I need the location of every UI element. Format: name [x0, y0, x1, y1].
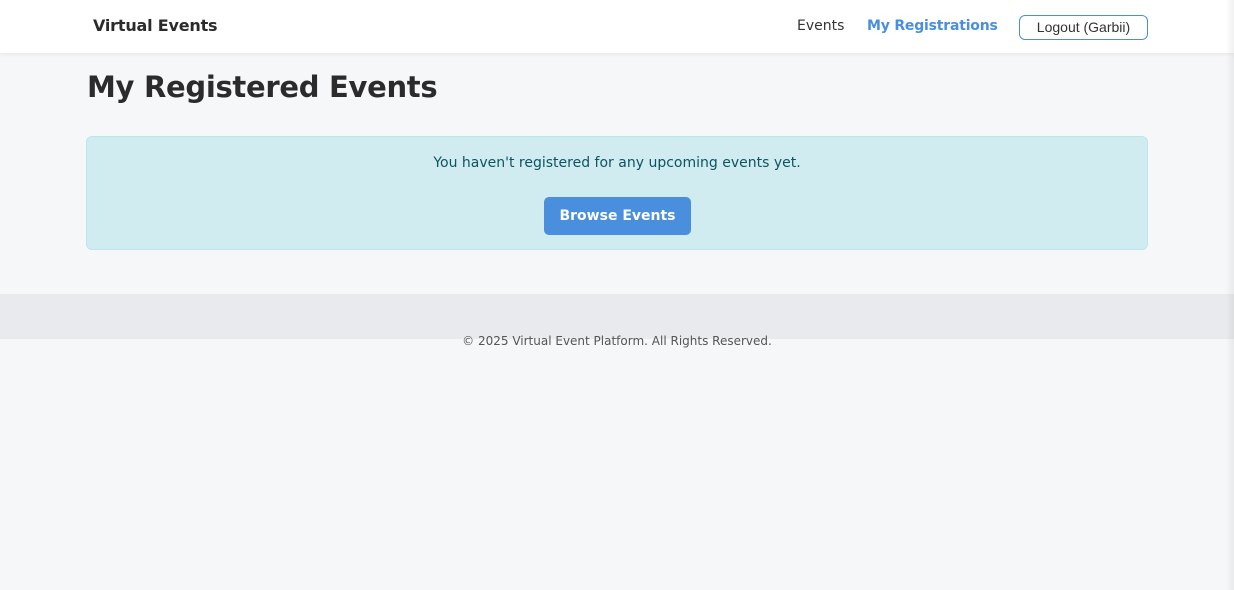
scroll-edge-shadow — [1226, 0, 1234, 590]
footer-copyright: © 2025 Virtual Event Platform. All Right… — [462, 334, 772, 348]
nav-link-my-registrations[interactable]: My Registrations — [867, 18, 998, 34]
alert-message: You haven't registered for any upcoming … — [433, 155, 801, 171]
logout-button[interactable]: Logout (Garbii) — [1019, 15, 1148, 40]
info-alert: You haven't registered for any upcoming … — [86, 136, 1148, 250]
footer — [0, 294, 1234, 339]
nav-link-events[interactable]: Events — [797, 18, 844, 34]
navbar: Virtual Events Events My Registrations L… — [0, 0, 1234, 53]
brand-link[interactable]: Virtual Events — [93, 16, 218, 35]
page-title: My Registered Events — [87, 70, 438, 104]
browse-events-button[interactable]: Browse Events — [544, 197, 691, 235]
page: Virtual Events Events My Registrations L… — [0, 0, 1234, 590]
